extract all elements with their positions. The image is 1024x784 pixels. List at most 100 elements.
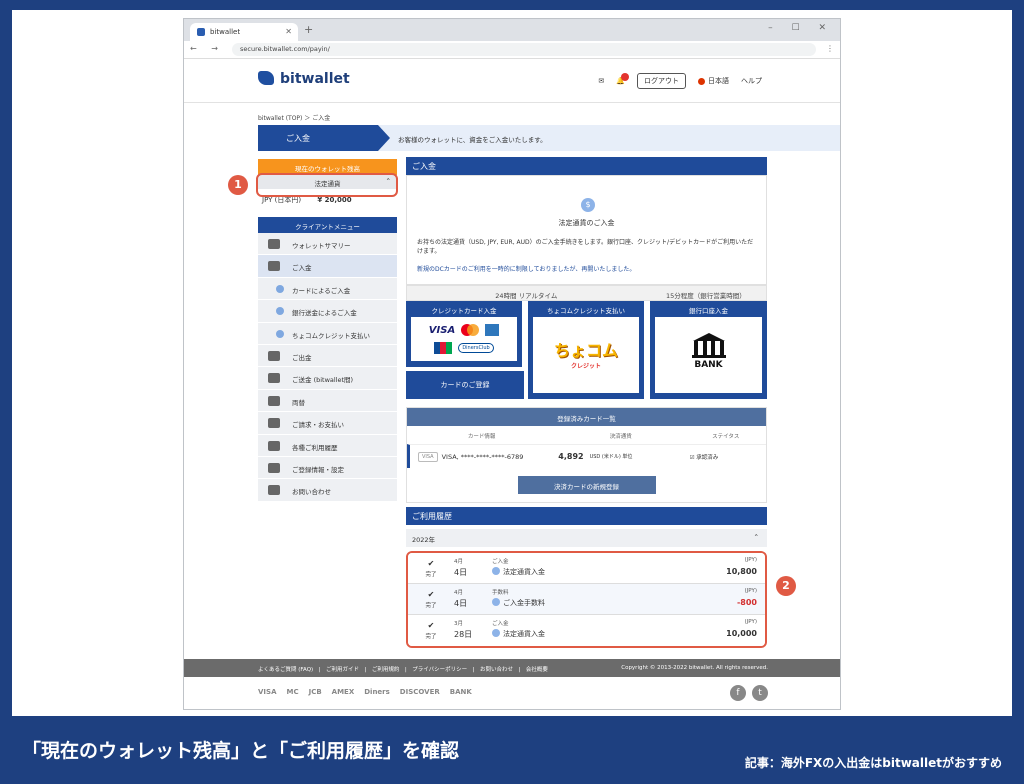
year-label: 2022年 — [412, 536, 436, 544]
menu-icon — [268, 373, 280, 384]
balance-currency: JPY (日本円) — [262, 196, 302, 204]
history-status-label: 完了 — [425, 633, 437, 640]
check-icon: ✔ — [427, 621, 435, 630]
language-select[interactable]: 日本語 — [698, 76, 729, 86]
menu-icon — [268, 440, 280, 451]
method-timing-header: 24時間 リアルタイム 15分程度（銀行営業時間） — [406, 285, 767, 301]
sidebar-item[interactable]: ちょコムクレジット支払い — [258, 322, 397, 345]
diners-logo: DinersClub — [458, 343, 494, 353]
sidebar-item[interactable]: 各種ご利用履歴 — [258, 434, 397, 457]
twitter-icon[interactable]: t — [752, 685, 768, 701]
menu-icon — [268, 395, 280, 406]
check-icon: ✔ — [427, 590, 435, 599]
coin-icon — [492, 629, 500, 637]
card-status: ☑ 承認済み — [689, 454, 719, 461]
card-brand-badge: VISA — [418, 451, 438, 462]
sidebar-item[interactable]: ご送金 (bitwallet間) — [258, 367, 397, 390]
sidebar-item[interactable]: ご入金 — [258, 255, 397, 278]
chocom-logo: ちょコム クレジット — [543, 337, 629, 371]
coin-icon — [276, 329, 284, 338]
footer-payment-logo: DISCOVER — [399, 688, 440, 696]
footer-payment-logo: VISA — [258, 688, 277, 696]
notice-body: お持ちの法定通貨（USD, JPY, EUR, AUD）のご入金手続きをします。… — [417, 239, 754, 255]
footer-link-list[interactable]: よくあるご質問 (FAQ) | ご利用ガイド | ご利用規約 | プライバシーポ… — [258, 667, 548, 673]
registered-cards: 登録済みカード一覧 カード情報 決済通貨 ステイタス VISA VISA, **… — [406, 407, 767, 503]
year-toggle[interactable]: 2022年 ⌃ — [406, 529, 767, 547]
history-month: 4月 — [454, 590, 463, 596]
facebook-icon[interactable]: f — [730, 685, 746, 701]
history-list: ✔ 完了 4月 4日 ご入金 法定通貨入金 (JPY) 10,800 ✔ 完了 4月 4日 手数料 ご入金… — [406, 551, 767, 648]
coin-icon — [492, 598, 500, 606]
banner-title: ご入金 — [258, 125, 378, 151]
sidebar-item[interactable]: ご請求・お支払い — [258, 412, 397, 435]
sidebar-item[interactable]: ご登録情報・設定 — [258, 456, 397, 480]
realtime-label: 24時間 リアルタイム — [495, 292, 558, 300]
amex-logo — [485, 324, 500, 336]
sidebar-item-label: 各種ご利用履歴 — [292, 443, 338, 452]
coin-icon — [276, 284, 284, 293]
chocom-option[interactable]: ちょコムクレジット支払い ちょコム クレジット — [528, 301, 644, 399]
business-hours-label: 15分程度（銀行営業時間） — [665, 292, 746, 300]
history-row[interactable]: ✔ 完了 3月 28日 ご入金 法定通貨入金 (JPY) 10,000 — [408, 615, 765, 646]
logout-button[interactable]: ログアウト — [637, 73, 686, 89]
new-tab-button[interactable]: + — [304, 23, 313, 36]
card-row[interactable]: VISA VISA, ****-****-****-6789 4,892 USD… — [407, 444, 766, 468]
menu-icon — [268, 485, 280, 496]
new-card-button[interactable]: 決済カードの新規登録 — [517, 476, 656, 494]
close-tab-icon[interactable]: ✕ — [285, 27, 292, 36]
history-row[interactable]: ✔ 完了 4月 4日 ご入金 法定通貨入金 (JPY) 10,800 — [408, 553, 765, 584]
browser-tab[interactable]: bitwallet ✕ — [190, 23, 298, 41]
window-controls[interactable]: – ☐ ✕ — [768, 23, 834, 33]
url-input[interactable]: secure.bitwallet.com/payin/ — [232, 43, 816, 56]
sidebar-item-label: ウォレットサマリー — [292, 242, 351, 250]
check-icon: ✔ — [427, 559, 435, 568]
sidebar-item[interactable]: カードによるご入金 — [258, 277, 397, 301]
breadcrumb[interactable]: bitwallet (TOP) ＞ ご入金 — [258, 113, 330, 122]
deposit-methods: クレジットカード入金 VISA DinersClub カードのご登録 ちょコムク — [406, 301, 767, 399]
history-type: ご入金 — [492, 559, 509, 565]
bitwallet-logo-icon — [258, 71, 274, 85]
browser-menu-icon[interactable]: ⋮ — [826, 44, 834, 53]
balance-amount: ¥ 20,000 — [317, 196, 352, 204]
footer-payment-logo: JCB — [308, 688, 322, 696]
card-status-label: 承認済み — [696, 454, 719, 461]
help-link[interactable]: ヘルプ — [741, 76, 762, 86]
mastercard-logo — [461, 324, 480, 336]
sidebar-item[interactable]: 銀行送金によるご入金 — [258, 300, 397, 323]
chocom-label: ちょコムクレジット支払い — [547, 307, 625, 315]
chocom-panel: ちょコム クレジット — [533, 317, 639, 393]
bell-icon[interactable]: 🔔 — [616, 73, 629, 85]
menu-icon — [268, 239, 280, 249]
fiat-notice: $ 法定通貨のご入金 お持ちの法定通貨（USD, JPY, EUR, AUD）の… — [406, 175, 767, 285]
history-title: ご利用履歴 — [406, 507, 767, 525]
sidebar-item[interactable]: ご出金 — [258, 344, 397, 368]
sidebar-item[interactable]: ウォレットサマリー — [258, 233, 397, 256]
sidebar-item[interactable]: 両替 — [258, 389, 397, 413]
payment-logos: VISA MC JCB AMEX Diners DISCOVER BANK — [258, 688, 472, 696]
sidebar-item[interactable]: お問い合わせ — [258, 479, 397, 502]
footer-payment-logo: Diners — [364, 688, 390, 696]
sidebar-item-label: ご送金 (bitwallet間) — [292, 376, 354, 385]
credit-card-option[interactable]: クレジットカード入金 VISA DinersClub — [406, 301, 522, 367]
logo[interactable]: bitwallet — [258, 71, 350, 87]
sidebar-item-label: お問い合わせ — [292, 488, 331, 497]
bank-option[interactable]: 銀行口座入金 BANK — [650, 301, 767, 399]
chocom-logo-sub: クレジット — [570, 363, 601, 370]
history-status: ✔ 完了 — [416, 589, 446, 611]
social-links: ft — [730, 685, 768, 701]
chevron-up-icon[interactable]: ⌃ — [754, 533, 759, 541]
sidebar-item-label: ご請求・お支払い — [292, 421, 344, 430]
col-card-info: カード情報 — [467, 434, 496, 440]
mail-icon[interactable]: ✉ — [598, 77, 604, 85]
history-row[interactable]: ✔ 完了 4月 4日 手数料 ご入金手数料 (JPY) -800 — [408, 584, 765, 615]
browser-window: bitwallet ✕ + – ☐ ✕ ← → C secure.bitwall… — [183, 18, 841, 710]
annotation-2: 2 — [776, 576, 796, 596]
jcb-logo — [434, 342, 453, 354]
visa-logo: VISA — [428, 324, 456, 336]
sidebar-menu: ウォレットサマリーご入金 カードによるご入金 銀行送金によるご入金 ちょコムクレジット… — [258, 233, 397, 502]
credit-card-label: クレジットカード入金 — [431, 307, 497, 315]
footer-payment-logo: MC — [286, 688, 299, 696]
history-day: 4日 — [454, 599, 468, 608]
register-card-button[interactable]: カードのご登録 — [406, 371, 524, 399]
article-link: 記事：海外FXの入出金はbitwalletがおすすめ — [744, 756, 1002, 770]
